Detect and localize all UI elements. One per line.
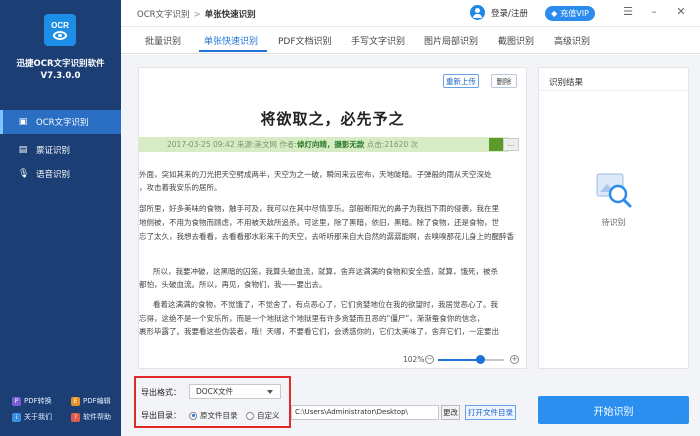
radio-unselected-icon	[246, 411, 254, 420]
document-line: 外面，突如其来的刀光把天空劈成两半，天空为之一破，瞬间来云密布，天地陡暗。子弹般…	[139, 170, 492, 179]
document-line: 裹形毕露了。我要看这些伪装者，哦！天哪，不要看它们，会诱惑你的，它们太美味了，舍…	[139, 327, 499, 336]
eye-icon	[53, 30, 67, 40]
zoom-slider-handle[interactable]	[475, 355, 485, 364]
login-button[interactable]: 登录/注册	[470, 5, 528, 20]
sidebar-item-label: 票证识别	[36, 146, 71, 156]
start-recognition-button[interactable]: 开始识别	[538, 396, 689, 424]
document-line: 看着这满满的食物，不觉饿了，不觉舍了，有点恶心了，它们贪婪地位在我的欲望时，我居…	[153, 300, 498, 309]
delete-button[interactable]: 删除	[491, 74, 517, 88]
zoom-slider-fill	[438, 359, 481, 361]
meta-author: 倬灯向晴，摄影无款	[296, 140, 365, 149]
breadcrumb-root[interactable]: OCR文字识别	[137, 10, 190, 20]
microphone-icon: 🎙	[18, 169, 30, 179]
app-logo: OCR	[44, 14, 76, 46]
vip-label: 充值VIP	[560, 9, 589, 18]
export-path-input[interactable]: C:\Users\Administrator\Desktop\	[291, 405, 439, 420]
meta-suffix: 点击:21620 次	[364, 140, 419, 149]
zoom-out-button[interactable]: −	[425, 355, 434, 364]
pdf-convert-link[interactable]: P PDF转换	[12, 396, 52, 406]
image-search-icon	[596, 173, 632, 208]
open-dir-button[interactable]: 打开文件目录	[465, 405, 516, 420]
tab-single-quick[interactable]: 单张快速识别	[204, 34, 258, 47]
app-name: 迅捷OCR文字识别软件	[16, 59, 105, 69]
card-icon: ▤	[18, 145, 28, 155]
sidebar-item-ocr[interactable]: ▣ OCR文字识别	[0, 110, 121, 134]
tab-pdf[interactable]: PDF文档识别	[278, 34, 332, 47]
help-link[interactable]: ? 软件帮助	[71, 412, 111, 422]
about-icon: i	[12, 412, 21, 422]
pdf-edit-link[interactable]: E PDF编辑	[71, 396, 111, 406]
user-icon	[470, 5, 485, 20]
export-format-label: 导出格式：	[141, 388, 181, 397]
login-label: 登录/注册	[491, 8, 528, 19]
result-panel: 识别结果 待识别	[538, 67, 689, 369]
meta-more-button: ...	[503, 138, 519, 151]
tab-handwriting[interactable]: 手写文字识别	[351, 34, 405, 47]
close-icon[interactable]: ✕	[674, 5, 688, 18]
tab-advanced[interactable]: 高级识别	[554, 34, 590, 47]
tab-partial-image[interactable]: 图片局部识别	[424, 34, 478, 47]
pdf-edit-icon: E	[71, 396, 80, 406]
export-format-select[interactable]: DOCX文件	[189, 384, 281, 399]
sidebar: OCR 迅捷OCR文字识别软件 V7.3.0.0 ▣ OCR文字识别 ▤ 票证识…	[0, 0, 121, 436]
export-format-value: DOCX文件	[196, 387, 234, 396]
radio-label: 自定义	[257, 411, 280, 420]
document-line: ，攻击着我安乐的居所。	[139, 183, 222, 192]
document-line: 忘了太久，我想去看看，去看看那水彩来千的天空，去听听那来自大自然的潺潺能啊，去嗅…	[139, 232, 514, 241]
tool-label: PDF转换	[24, 397, 52, 405]
radio-selected-icon	[189, 411, 197, 420]
breadcrumb: OCR文字识别 > 单张快速识别	[137, 8, 256, 20]
document-preview: 重新上传 删除 将欲取之，必先予之 2017-03-25 09:42 来源:美文…	[138, 67, 527, 369]
text-scan-icon: ▣	[18, 117, 28, 127]
document-line: 所以，我要冲破，这黑暗的囚笼，我算头破血流，就算，舍弃这满满的食物和安全感，就算…	[153, 267, 498, 276]
tool-label: PDF编辑	[83, 397, 111, 405]
tab-batch[interactable]: 批量识别	[145, 34, 181, 47]
export-dir-label: 导出目录：	[141, 411, 181, 420]
logo-text: OCR	[51, 20, 69, 30]
sidebar-nav: ▣ OCR文字识别 ▤ 票证识别 🎙 语音识别	[0, 110, 121, 186]
zoom-level: 102%	[403, 355, 425, 364]
zoom-slider-track[interactable]	[438, 359, 504, 361]
menu-icon[interactable]: ☰	[621, 5, 635, 18]
breadcrumb-current: 单张快速识别	[204, 10, 256, 20]
export-options: 导出格式： DOCX文件 导出目录： 原文件目录 自定义	[134, 376, 291, 428]
diamond-icon: ◆	[551, 9, 558, 18]
tab-bar: 批量识别 单张快速识别 PDF文档识别 手写文字识别 图片局部识别 截图识别 高…	[121, 27, 700, 54]
waiting-status: 待识别	[601, 218, 626, 227]
document-line: 部所里，好多美味的食物，触手可及，我可以在其中尽情享乐。部般断阳光的鼻子为我挡下…	[139, 204, 499, 213]
minimize-icon[interactable]: –	[647, 5, 661, 18]
change-dir-button[interactable]: 更改	[441, 405, 460, 420]
tab-screenshot[interactable]: 截图识别	[498, 34, 534, 47]
pdf-convert-icon: P	[12, 396, 21, 406]
document-line: 忘得，这绝不是一个安乐所，而是一个地狱这个地狱里有许多贪婪而丑恶的“僵尸”，渐渐…	[139, 314, 485, 323]
tool-label: 软件帮助	[83, 413, 111, 421]
meta-green-button	[489, 138, 503, 151]
about-link[interactable]: i 关于我们	[12, 412, 52, 422]
app-version: V7.3.0.0	[40, 71, 81, 81]
document-title: 将欲取之，必先予之	[260, 110, 405, 128]
radio-source-dir[interactable]: 原文件目录	[189, 410, 238, 421]
radio-custom-dir[interactable]: 自定义	[246, 410, 280, 421]
chevron-down-icon	[267, 390, 273, 394]
sidebar-item-label: 语音识别	[36, 170, 71, 180]
meta-prefix: 2017-03-25 09:42 来源:美文网 作者:	[167, 140, 297, 149]
radio-label: 原文件目录	[200, 411, 238, 420]
zoom-in-button[interactable]: +	[510, 355, 519, 364]
sidebar-item-card[interactable]: ▤ 票证识别	[0, 138, 121, 162]
sidebar-item-voice[interactable]: 🎙 语音识别	[0, 162, 121, 186]
tool-label: 关于我们	[24, 413, 52, 421]
active-tab-indicator	[199, 50, 267, 52]
sidebar-item-label: OCR文字识别	[36, 118, 89, 128]
document-line: 地侧被，不用为食物而顾虑，不用被天敌所追杀。可这里，除了黑暗，依旧，黑暗。除了食…	[139, 218, 499, 227]
result-title: 识别结果	[549, 78, 584, 88]
document-meta: 2017-03-25 09:42 来源:美文网 作者:倬灯向晴，摄影无款 点击:…	[139, 137, 509, 152]
vip-button[interactable]: ◆ 充值VIP	[545, 6, 595, 21]
top-bar: OCR文字识别 > 单张快速识别 登录/注册 ◆ 充值VIP ☰ – ✕	[121, 0, 700, 27]
reupload-button[interactable]: 重新上传	[443, 74, 479, 88]
result-divider	[539, 90, 688, 91]
breadcrumb-separator: >	[193, 10, 201, 20]
help-icon: ?	[71, 412, 80, 422]
document-line: 都怕，头破血流。所以，再见，食物们，我——要出去。	[139, 280, 327, 289]
